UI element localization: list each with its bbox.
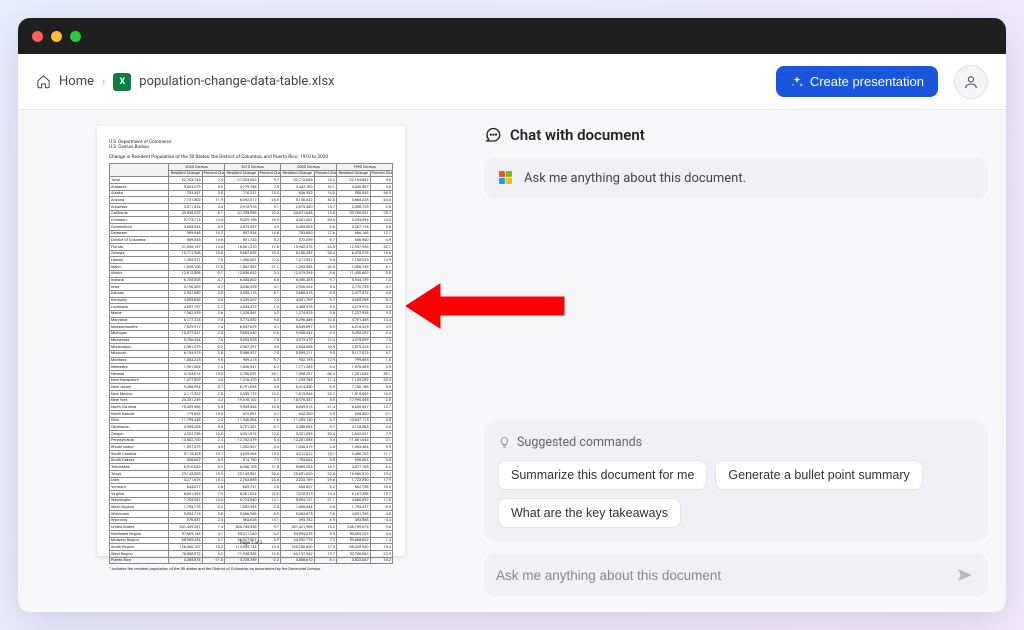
- browser-window: Home › population-change-data-table.xlsx…: [18, 18, 1006, 612]
- table-row: Wyoming576,8512.3563,62614.1493,7828.945…: [110, 517, 393, 524]
- breadcrumb-file: population-change-data-table.xlsx: [139, 74, 334, 89]
- table-row: Oklahoma3,959,3535.53,751,3518.73,450,65…: [110, 424, 393, 431]
- create-presentation-button[interactable]: Create presentation: [776, 66, 938, 97]
- window-titlebar: [18, 18, 1006, 54]
- table-row: Mississippi2,961,279-0.22,967,2974.32,84…: [110, 344, 393, 351]
- table-row: Michigan10,077,3312.09,883,640-0.69,938,…: [110, 330, 393, 337]
- table-row: Virginia8,631,3937.98,001,02413.07,078,5…: [110, 491, 393, 498]
- table-row: Illinois12,812,508-0.112,830,6323.312,41…: [110, 270, 393, 277]
- doc-footnote: ¹ Includes the resident population of th…: [109, 567, 393, 572]
- breadcrumb-home[interactable]: Home: [59, 74, 94, 89]
- doc-title: Change in Resident Population of the 50 …: [109, 155, 393, 161]
- chevron-right-icon: ›: [102, 75, 105, 88]
- table-row: Alabama5,024,2795.04,779,7367.54,447,100…: [110, 184, 393, 191]
- document-page[interactable]: U.S. Department of Commerce U.S. Census …: [97, 126, 405, 556]
- excel-file-icon: [113, 73, 131, 91]
- table-row: Vermont643,0772.8625,7412.8608,8278.2562…: [110, 484, 393, 491]
- population-table: 2020 Census2010 Census2000 Census1990 Ce…: [109, 163, 393, 564]
- table-row: Montana1,084,2259.6989,4159.7902,19512.9…: [110, 357, 393, 364]
- table-row: Pennsylvania13,002,7002.412,702,3793.412…: [110, 437, 393, 444]
- table-row: South Dakota886,6678.9814,1807.9754,8448…: [110, 457, 393, 464]
- table-row: Texas29,145,50515.925,145,56120.620,851,…: [110, 470, 393, 477]
- send-icon: [956, 566, 974, 584]
- maximize-window-dot[interactable]: [70, 31, 81, 42]
- account-button[interactable]: [954, 65, 988, 99]
- table-row: Missouri6,154,9132.85,988,9277.05,595,21…: [110, 350, 393, 357]
- table-row: Nevada3,104,61415.02,700,55135.11,998,25…: [110, 370, 393, 377]
- table-row: Rhode Island1,097,3794.31,052,5670.41,04…: [110, 444, 393, 451]
- table-row: New Jersey9,288,9945.78,791,8944.58,414,…: [110, 384, 393, 391]
- table-row: North Carolina10,439,3889.59,535,48318.5…: [110, 404, 393, 411]
- top-bar: Home › population-change-data-table.xlsx…: [18, 54, 1006, 110]
- minimize-window-dot[interactable]: [51, 31, 62, 42]
- table-row: Total22,703,7437.427,323,6329.732,712,03…: [110, 177, 393, 184]
- table-row: Georgia10,711,90810.69,687,65318.38,186,…: [110, 250, 393, 257]
- user-icon: [963, 74, 979, 90]
- lightbulb-icon: [498, 436, 511, 449]
- suggestion-chip-0[interactable]: Summarize this document for me: [498, 460, 707, 490]
- suggestion-chip-1[interactable]: Generate a bullet point summary: [715, 460, 922, 490]
- send-button[interactable]: [954, 564, 976, 586]
- table-row: Maine1,362,3592.61,328,3614.21,274,9233.…: [110, 310, 393, 317]
- chat-input[interactable]: [496, 568, 954, 583]
- suggested-commands-card: Suggested commands Summarize this docume…: [484, 421, 988, 542]
- copilot-logo-icon: [498, 170, 514, 186]
- table-row: Washington7,705,28114.66,724,54014.15,89…: [110, 497, 393, 504]
- table-row: California39,538,2236.137,253,95610.033,…: [110, 210, 393, 217]
- table-row: Idaho1,839,10617.31,567,58221.11,293,953…: [110, 264, 393, 271]
- table-row: Indiana6,785,5284.76,483,8026.66,080,485…: [110, 277, 393, 284]
- table-row: Arizona7,151,50211.96,392,01724.65,130,6…: [110, 197, 393, 204]
- assistant-greeting: Ask me anything about this document.: [484, 158, 988, 198]
- table-row: Florida21,538,18714.618,801,31017.615,98…: [110, 244, 393, 251]
- home-icon: [36, 74, 51, 89]
- table-row: New York20,201,2494.219,378,1022.118,976…: [110, 397, 393, 404]
- table-row: West Virginia1,793,716-3.21,852,9942.51,…: [110, 504, 393, 511]
- table-row: Tennessee6,910,8408.96,346,10511.55,689,…: [110, 464, 393, 471]
- table-row: Wisconsin5,893,7183.65,686,9866.05,363,6…: [110, 511, 393, 518]
- breadcrumb: Home › population-change-data-table.xlsx: [36, 73, 335, 91]
- table-row: Puerto Rico3,285,874-11.83,725,789-2.23,…: [110, 557, 393, 564]
- table-row: Oregon4,237,25610.63,831,07412.03,421,39…: [110, 430, 393, 437]
- chat-icon: [484, 126, 502, 144]
- content-area: U.S. Department of Commerce U.S. Census …: [18, 110, 1006, 612]
- doc-page-number: Page 1 of 3: [97, 541, 405, 546]
- table-row: Kentucky4,505,8363.84,339,3677.44,041,76…: [110, 297, 393, 304]
- table-row: New Mexico2,117,5222.82,059,17913.21,819…: [110, 390, 393, 397]
- table-row: Louisiana4,657,7572.74,533,3721.44,468,9…: [110, 304, 393, 311]
- table-row: West Region78,588,5729.271,945,55313.863…: [110, 551, 393, 558]
- table-row: Kansas2,937,8803.02,853,1186.12,688,4188…: [110, 290, 393, 297]
- table-row: South Carolina5,118,42510.74,625,36415.3…: [110, 450, 393, 457]
- table-row: Hawaii1,455,2717.01,360,30112.31,211,537…: [110, 257, 393, 264]
- table-row: Maryland6,177,2247.05,773,5529.05,296,48…: [110, 317, 393, 324]
- table-row: Arkansas3,011,5243.32,915,9189.12,673,40…: [110, 204, 393, 211]
- chat-input-row: [484, 554, 988, 596]
- table-row: Minnesota5,706,4947.65,303,9257.84,919,4…: [110, 337, 393, 344]
- table-row: Alaska733,3913.0710,23113.3626,93214.055…: [110, 190, 393, 197]
- table-row: North Dakota779,09415.8672,5914.7642,200…: [110, 410, 393, 417]
- document-preview-pane: U.S. Department of Commerce U.S. Census …: [36, 126, 466, 596]
- table-row: Delaware989,94810.2897,93414.6783,60017.…: [110, 230, 393, 237]
- table-row: Connecticut3,605,9440.93,574,0974.93,405…: [110, 224, 393, 231]
- table-row: Ohio11,799,4482.311,536,5041.611,353,140…: [110, 417, 393, 424]
- close-window-dot[interactable]: [32, 31, 43, 42]
- table-row: New Hampshire1,377,5294.61,316,4706.51,2…: [110, 377, 393, 384]
- suggested-commands-label: Suggested commands: [498, 435, 974, 450]
- chat-panel: Chat with document Ask me anything about…: [484, 126, 988, 596]
- doc-dept-2: U.S. Census Bureau: [109, 145, 393, 150]
- table-row: Colorado5,773,71414.85,029,19616.94,301,…: [110, 217, 393, 224]
- chat-header: Chat with document: [484, 126, 988, 144]
- table-row: Iowa3,190,3694.73,046,3554.12,926,3245.4…: [110, 284, 393, 291]
- table-row: Northeast Region57,609,1484.155,317,2403…: [110, 531, 393, 538]
- table-row: District of Columbia689,54514.6601,7235.…: [110, 237, 393, 244]
- table-row: Massachusetts7,029,9177.46,547,6293.16,3…: [110, 324, 393, 331]
- suggestion-chip-2[interactable]: What are the key takeaways: [498, 498, 681, 528]
- table-row: Nebraska1,961,5047.41,826,3416.71,711,26…: [110, 364, 393, 371]
- table-row: Utah3,271,61618.42,763,88523.82,233,1692…: [110, 477, 393, 484]
- sparkle-icon: [790, 75, 804, 89]
- table-row: United States331,449,2817.4308,745,5389.…: [110, 524, 393, 531]
